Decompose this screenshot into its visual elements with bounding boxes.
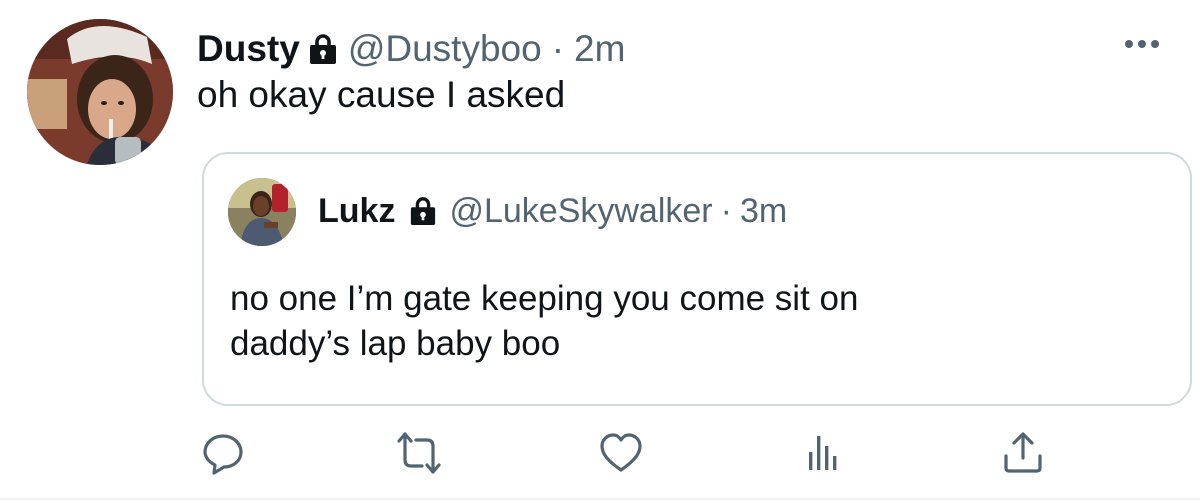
heart-icon[interactable]: [598, 430, 644, 476]
tweet-header: Dusty @Dustyboo · 2m: [197, 24, 625, 74]
more-horizontal-icon[interactable]: [1122, 35, 1162, 53]
quoted-author-name[interactable]: Lukz: [318, 190, 395, 232]
divider: [0, 498, 1200, 500]
author-name[interactable]: Dusty: [197, 26, 300, 72]
author-avatar[interactable]: [27, 19, 173, 165]
tweet-text: oh okay cause I asked: [197, 74, 566, 115]
tweet-time[interactable]: 2m: [574, 26, 625, 72]
separator-dot: ·: [720, 192, 732, 230]
quoted-tweet-card[interactable]: Lukz @LukeSkywalker · 3m no one I’m gate…: [202, 152, 1192, 406]
quoted-tweet-header: Lukz @LukeSkywalker · 3m: [318, 190, 787, 232]
retweet-icon[interactable]: [396, 430, 442, 476]
quoted-author-handle[interactable]: @LukeSkywalker: [449, 190, 712, 232]
share-icon[interactable]: [1000, 430, 1046, 476]
avatar-image: [27, 19, 173, 165]
lock-icon: [409, 195, 437, 227]
quoted-text-line: daddy’s lap baby boo: [230, 324, 561, 363]
separator-dot: ·: [551, 28, 565, 69]
analytics-icon[interactable]: [800, 430, 846, 476]
tweet-actions: [0, 430, 1200, 480]
quoted-tweet-text: no one I’m gate keeping you come sit on …: [230, 276, 1170, 366]
avatar-image: [228, 178, 296, 246]
quoted-tweet-time[interactable]: 3m: [740, 190, 787, 232]
quoted-author-avatar[interactable]: [228, 178, 296, 246]
author-handle[interactable]: @Dustyboo: [348, 26, 542, 72]
tweet[interactable]: Dusty @Dustyboo · 2m oh okay cause I ask…: [0, 0, 1200, 501]
lock-icon: [308, 32, 338, 66]
reply-icon[interactable]: [200, 430, 246, 476]
quoted-text-line: no one I’m gate keeping you come sit on: [230, 279, 859, 318]
